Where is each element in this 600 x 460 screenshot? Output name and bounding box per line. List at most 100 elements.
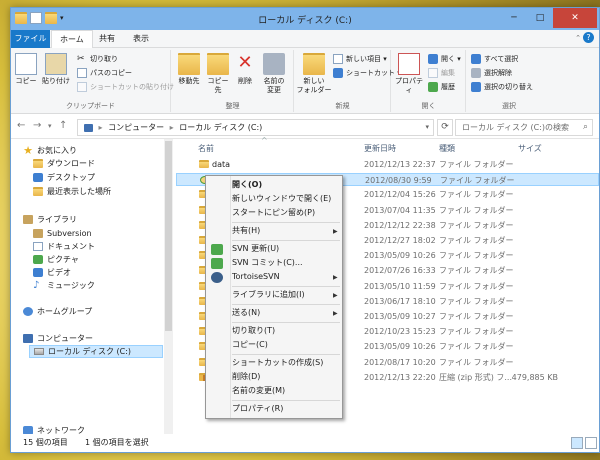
column-header-date[interactable]: 更新日時: [364, 142, 396, 156]
nav-downloads[interactable]: ダウンロード: [33, 157, 95, 170]
open-button[interactable]: 開く ▾: [428, 54, 461, 64]
group-label-organize: 整理: [225, 102, 240, 110]
nav-videos[interactable]: ビデオ: [33, 266, 71, 279]
group-open: プロパティ 開く ▾ 編集 履歴 開く: [392, 50, 466, 112]
menu-separator: [232, 400, 340, 401]
shortcut-button[interactable]: ショートカット ▾: [333, 68, 401, 78]
new-folder-button[interactable]: 新しい フォルダー: [297, 53, 332, 95]
menu-add-library[interactable]: ライブラリに追加(I): [232, 288, 305, 302]
file-type: ファイル フォルダー: [439, 220, 514, 230]
menu-open-new-window[interactable]: 新しいウィンドウで開く(E): [232, 192, 331, 206]
maximize-button[interactable]: □: [527, 8, 553, 28]
nav-label: 最近表示した場所: [47, 187, 111, 196]
nav-local-disk[interactable]: ローカル ディスク (C:): [29, 345, 163, 358]
file-date: 2013/06/17 18:10: [364, 296, 436, 306]
menu-tortoisesvn[interactable]: TortoiseSVN: [232, 270, 280, 284]
help-icon[interactable]: ?: [583, 32, 594, 43]
file-date: 2012/10/23 15:23: [364, 327, 436, 337]
nav-subversion[interactable]: Subversion: [33, 227, 92, 240]
menu-properties[interactable]: プロパティ(R): [232, 402, 283, 416]
copy-button[interactable]: コピー: [15, 53, 37, 86]
nav-documents[interactable]: ドキュメント: [33, 240, 95, 253]
invert-selection-button[interactable]: 選択の切り替え: [471, 82, 533, 92]
nav-libraries[interactable]: ライブラリ: [23, 213, 77, 226]
menu-separator: [232, 354, 340, 355]
rename-button[interactable]: 名前の 変更: [260, 53, 288, 95]
menu-open[interactable]: 開く(O): [232, 178, 262, 192]
tab-file[interactable]: ファイル: [11, 30, 50, 48]
navigation-pane: ★ お気に入り ダウンロード デスクトップ 最近表示した場所 ライブラリ Sub…: [11, 139, 173, 435]
tab-share[interactable]: 共有: [91, 30, 123, 48]
tab-home[interactable]: ホーム: [51, 30, 93, 49]
search-input[interactable]: ローカル ディスク (C:)の検索 ⌕: [455, 119, 593, 136]
menu-create-shortcut[interactable]: ショートカットの作成(S): [232, 356, 323, 370]
delete-button[interactable]: ✕ 削除: [234, 53, 256, 86]
nav-label: デスクトップ: [47, 173, 95, 182]
recent-dropdown-icon[interactable]: ▾: [48, 122, 52, 130]
column-header-type[interactable]: 種類: [439, 142, 455, 156]
delete-label: 削除: [238, 77, 252, 85]
column-header-size[interactable]: サイズ: [518, 142, 542, 156]
nav-computer[interactable]: コンピューター: [23, 332, 93, 345]
nav-desktop[interactable]: デスクトップ: [33, 171, 95, 184]
menu-svn-commit[interactable]: SVN コミット(C)...: [232, 256, 303, 270]
nav-scrollbar[interactable]: [164, 139, 173, 434]
nav-label: ピクチャ: [47, 255, 79, 264]
close-button[interactable]: ✕: [553, 8, 597, 28]
select-none-icon: [471, 68, 481, 78]
file-type: ファイル フォルダー: [439, 342, 514, 352]
nav-pictures[interactable]: ピクチャ: [33, 253, 79, 266]
move-to-button[interactable]: 移動先: [176, 53, 202, 86]
history-button[interactable]: 履歴: [428, 82, 455, 92]
file-date: 2013/05/09 10:26: [364, 342, 436, 352]
menu-share[interactable]: 共有(H): [232, 224, 260, 238]
select-all-button[interactable]: すべて選択: [471, 54, 518, 64]
menu-send-to[interactable]: 送る(N): [232, 306, 260, 320]
ribbon: コピー 貼り付け ✂ 切り取り パスのコピー ショートカットの貼り付け クリップ…: [11, 48, 599, 114]
search-placeholder: ローカル ディスク (C:)の検索: [462, 123, 570, 132]
nav-scroll-thumb[interactable]: [165, 141, 172, 331]
copy-to-icon: [207, 53, 229, 75]
nav-homegroup[interactable]: ホームグループ: [23, 305, 92, 318]
nav-music[interactable]: ♪ ミュージック: [33, 279, 95, 292]
up-icon[interactable]: ↑: [59, 120, 67, 131]
menu-rename[interactable]: 名前の変更(M): [232, 384, 285, 398]
back-icon[interactable]: ←: [17, 120, 25, 131]
breadcrumb-computer[interactable]: コンピューター: [108, 123, 164, 132]
breadcrumb-local-disk[interactable]: ローカル ディスク (C:): [179, 123, 262, 132]
minimize-button[interactable]: ─: [501, 8, 527, 28]
menu-delete[interactable]: 削除(D): [232, 370, 260, 384]
large-icons-view-icon[interactable]: [585, 437, 597, 449]
menu-cut[interactable]: 切り取り(T): [232, 324, 275, 338]
ribbon-collapse-icon[interactable]: ⌃: [575, 34, 581, 42]
tab-view[interactable]: 表示: [125, 30, 157, 48]
edit-button[interactable]: 編集: [428, 68, 455, 78]
table-row[interactable]: data 2012/12/13 22:37 ファイル フォルダー: [176, 158, 599, 171]
paste-button[interactable]: 貼り付け: [41, 53, 71, 86]
column-header-name[interactable]: 名前: [198, 142, 214, 156]
homegroup-icon: [23, 307, 33, 316]
address-field[interactable]: ▸ コンピューター ▸ ローカル ディスク (C:) ▾: [77, 119, 434, 136]
file-type: ファイル フォルダー: [439, 327, 514, 337]
new-item-button[interactable]: 新しい項目 ▾: [333, 54, 387, 64]
cut-button[interactable]: ✂ 切り取り: [77, 54, 118, 64]
shortcut-icon: [333, 68, 343, 78]
properties-button[interactable]: プロパティ: [394, 53, 424, 95]
select-none-button[interactable]: 選択解除: [471, 68, 512, 78]
refresh-button[interactable]: ⟳: [437, 119, 453, 136]
forward-icon[interactable]: →: [33, 120, 41, 131]
menu-svn-update[interactable]: SVN 更新(U): [232, 242, 279, 256]
nav-favorites[interactable]: ★ お気に入り: [23, 144, 77, 157]
file-date: 2012/12/04 15:26: [364, 190, 436, 200]
select-all-icon: [471, 54, 481, 64]
menu-copy[interactable]: コピー(C): [232, 338, 268, 352]
details-view-icon[interactable]: [571, 437, 583, 449]
menu-pin-start[interactable]: スタートにピン留め(P): [232, 206, 315, 220]
copy-path-button[interactable]: パスのコピー: [77, 68, 132, 78]
history-label: 履歴: [441, 83, 455, 91]
cut-label: 切り取り: [90, 55, 118, 63]
nav-recent-places[interactable]: 最近表示した場所: [33, 185, 111, 198]
paste-shortcut-button[interactable]: ショートカットの貼り付け: [77, 82, 174, 92]
copy-to-button[interactable]: コピー先: [205, 53, 231, 95]
address-dropdown-icon[interactable]: ▾: [425, 120, 429, 135]
